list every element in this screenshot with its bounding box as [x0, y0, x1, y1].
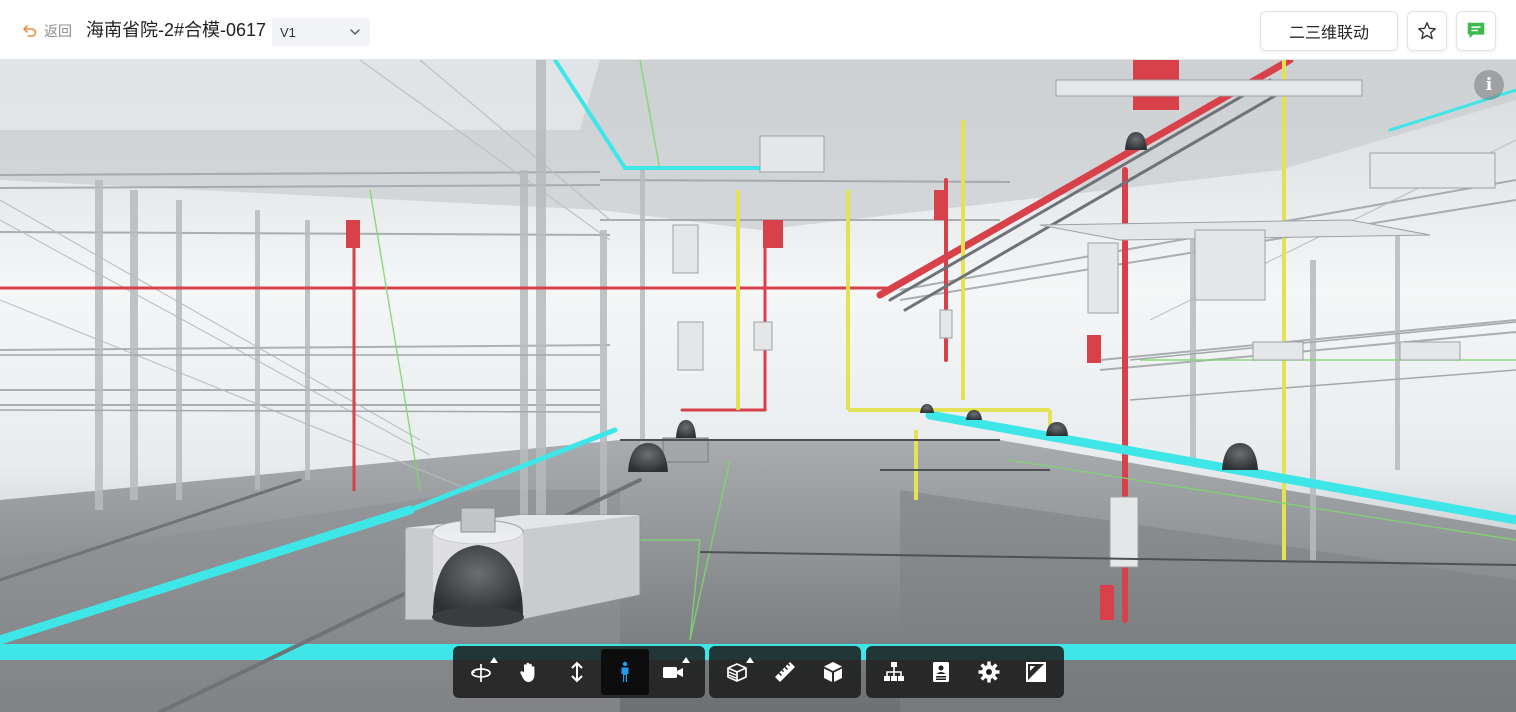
info-icon: i — [1485, 75, 1493, 95]
vertical-arrows-icon — [571, 661, 583, 683]
navigation-toolbar — [453, 646, 705, 698]
submenu-indicator — [682, 657, 690, 663]
favorite-button[interactable] — [1407, 11, 1447, 51]
chevron-down-icon — [350, 29, 360, 35]
model-tree-tool[interactable] — [870, 649, 918, 695]
hand-icon — [520, 662, 535, 682]
zoom-tool[interactable] — [553, 649, 601, 695]
section-box-icon — [727, 663, 747, 682]
fullscreen-tool[interactable] — [1013, 649, 1061, 695]
return-arrow-icon — [23, 25, 37, 37]
star-icon — [1418, 22, 1436, 40]
pan-tool[interactable] — [505, 649, 553, 695]
back-button[interactable]: 返回 — [22, 20, 72, 42]
hierarchy-icon — [883, 662, 904, 681]
id-card-icon — [933, 662, 950, 682]
message-icon — [1467, 22, 1485, 39]
camera-icon — [663, 667, 683, 678]
linkage-2d-3d-button[interactable]: 二三维联动 — [1260, 11, 1398, 51]
submenu-indicator — [490, 657, 498, 663]
explode-tool[interactable] — [809, 649, 857, 695]
person-icon — [621, 661, 629, 682]
cube-icon — [824, 662, 842, 682]
properties-tool[interactable] — [918, 649, 966, 695]
ruler-icon — [775, 662, 795, 682]
page-title: 海南省院-2#合模-0617 — [86, 20, 267, 40]
back-label: 返回 — [44, 23, 72, 39]
panel-toolbar — [866, 646, 1064, 698]
version-select[interactable]: V1 — [272, 18, 370, 46]
model-viewport[interactable]: i — [0, 60, 1516, 712]
camera-tool[interactable] — [649, 649, 697, 695]
settings-tool[interactable] — [965, 649, 1013, 695]
fullscreen-icon — [1026, 662, 1047, 682]
orbit-icon — [471, 664, 491, 682]
walk-tool[interactable] — [601, 649, 649, 695]
orbit-tool[interactable] — [457, 649, 505, 695]
analysis-toolbar — [709, 646, 861, 698]
top-header: 返回 海南省院-2#合模-0617 V1 二三维联动 — [0, 0, 1516, 60]
comment-button[interactable] — [1456, 11, 1496, 51]
submenu-indicator — [746, 657, 754, 663]
info-button[interactable]: i — [1474, 70, 1504, 100]
gear-icon — [978, 661, 1000, 683]
section-tool[interactable] — [713, 649, 761, 695]
version-value: V1 — [280, 24, 296, 40]
bim-model-view[interactable] — [0, 60, 1516, 712]
measure-tool[interactable] — [761, 649, 809, 695]
